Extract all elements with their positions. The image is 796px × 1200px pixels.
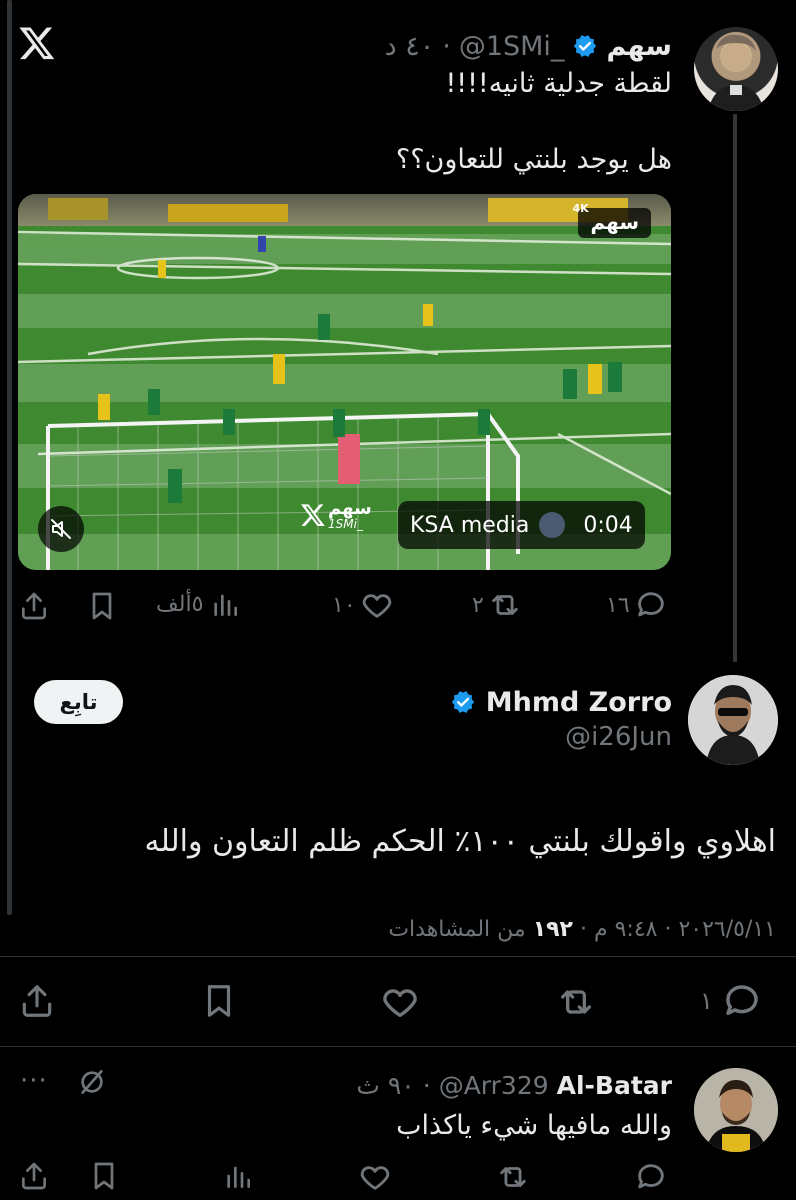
repost-icon (561, 990, 591, 1014)
bookmark-icon (94, 1162, 114, 1190)
grok-button[interactable] (76, 1066, 108, 1102)
reply-bubble-icon (637, 592, 664, 617)
bookmark-button[interactable] (88, 1160, 120, 1196)
views-chart-icon (227, 1166, 250, 1188)
author-handle[interactable]: @1SMi_ (459, 31, 565, 62)
video-duration: 0:04 (583, 512, 633, 538)
left-thread-line (7, 0, 12, 915)
reposts-count: ٢ (472, 592, 484, 618)
views-count: ٥ألف (156, 591, 204, 617)
share-button[interactable] (18, 1160, 50, 1196)
reply-author-name[interactable]: Al-Batar (557, 1071, 672, 1100)
share-button[interactable] (18, 590, 50, 626)
heart-icon (362, 594, 391, 618)
quoted-actions-bar: ٥ألف ١٠ ٢ ١٦ (18, 588, 678, 624)
video-brand-badge: 4K سهم (572, 202, 651, 238)
share-button[interactable] (18, 982, 56, 1024)
follow-button-label: تابِع (59, 690, 98, 714)
reply-bubble-icon (638, 1164, 664, 1189)
source-avatar-icon (539, 512, 566, 538)
repost-button[interactable] (496, 1160, 530, 1198)
x-logo-icon[interactable] (18, 24, 56, 62)
mute-button[interactable] (38, 506, 84, 552)
more-dots-icon: ··· (20, 1066, 48, 1096)
reply-header: ٩٠ ث · @Arr329 Al-Batar (356, 1068, 672, 1102)
avatar-mhmd-zorro[interactable] (688, 675, 778, 765)
repost-button[interactable] (556, 982, 596, 1026)
grok-slash-circle-icon (81, 1070, 103, 1094)
reply-time[interactable]: ٩٠ ث (356, 1071, 414, 1100)
follow-button[interactable]: تابِع (34, 680, 123, 724)
reply-handle[interactable]: @Arr329 (439, 1071, 549, 1100)
repost-button[interactable]: ٢ (472, 588, 522, 622)
reply-button[interactable]: ١٦ (606, 588, 668, 622)
video-info-pill: KSA media 0:04 (398, 501, 645, 549)
replies-count: ١٦ (606, 592, 630, 618)
main-author-row: Mhmd Zorro (450, 684, 672, 720)
verified-badge-icon (450, 689, 476, 715)
main-author-handle[interactable]: @i26Jun (565, 722, 672, 752)
reply-text: والله مافيها شيء ياكذاب (396, 1110, 672, 1141)
tweet-time[interactable]: ٤٠ د (385, 31, 435, 62)
views-button[interactable]: ٥ألف (156, 588, 241, 620)
video-watermark: سهم 1SMi_ (300, 500, 372, 530)
repost-icon (492, 595, 518, 615)
share-icon (22, 1162, 46, 1190)
bookmark-button[interactable] (200, 982, 238, 1024)
thread-connector-line (733, 114, 737, 662)
views-button[interactable] (222, 1160, 254, 1196)
avatar-al-batar[interactable] (694, 1068, 778, 1152)
badge-4k: 4K (572, 202, 589, 215)
separator-dot: · (442, 30, 451, 62)
watermark-sub: 1SMi_ (328, 517, 363, 531)
bookmark-icon (207, 985, 231, 1017)
badge-brand: سهم (590, 210, 639, 234)
share-icon (22, 592, 46, 620)
x-watermark-icon (300, 504, 325, 527)
avatar-sahm[interactable] (694, 27, 778, 111)
separator-dot: · (422, 1070, 431, 1100)
heart-icon (360, 1166, 390, 1190)
tweet-text-line1: لقطة جدلية ثانيه!!!! (445, 68, 672, 99)
reply-actions-bar (18, 1158, 678, 1200)
divider-bottom (0, 1046, 796, 1047)
main-tweet-meta: ٢٠٢٦/٥/١١ · ٩:٤٨ م · ١٩٢ من المشاهدات (388, 917, 776, 942)
watermark-brand: سهم (328, 498, 372, 519)
meta-datetime[interactable]: ٢٠٢٦/٥/١١ · ٩:٤٨ م · (573, 917, 776, 942)
views-chart-icon (214, 594, 238, 616)
like-button[interactable]: ١٠ (332, 588, 394, 622)
reply-button[interactable] (634, 1160, 668, 1198)
muted-speaker-icon (51, 519, 71, 539)
reply-bubble-icon (726, 985, 758, 1015)
share-icon (22, 985, 52, 1017)
like-button[interactable] (380, 982, 420, 1026)
reply-more-button[interactable]: ··· (20, 1066, 48, 1096)
video-player[interactable]: 4K سهم سهم 1SMi_ KSA media 0:04 (18, 194, 671, 570)
reply-button[interactable]: ١ (700, 980, 763, 1022)
video-source-label: KSA media (410, 512, 530, 538)
like-button[interactable] (358, 1160, 392, 1198)
author-name[interactable]: سهم (606, 31, 672, 62)
tweet-text-line2: هل يوجد بلنتي للتعاون؟؟ (395, 144, 672, 175)
main-author-name[interactable]: Mhmd Zorro (486, 687, 672, 718)
likes-count: ١٠ (332, 592, 356, 618)
heart-icon (383, 989, 417, 1017)
repost-icon (500, 1167, 526, 1187)
main-tweet-text: اهلاوي واقولك بلنتي ١٠٠٪ الحكم ظلم التعا… (144, 824, 777, 859)
verified-badge-icon (572, 33, 598, 59)
tweet-header: سهم @1SMi_ · ٤٠ د (385, 28, 672, 64)
bookmark-icon (92, 592, 112, 620)
bookmark-button[interactable] (86, 590, 118, 626)
replies-count: ١ (700, 987, 713, 1015)
main-actions-bar: ١ (0, 980, 796, 1024)
meta-views-label: من المشاهدات (388, 917, 526, 942)
divider-top (0, 956, 796, 957)
meta-views-count: ١٩٢ (532, 917, 573, 942)
